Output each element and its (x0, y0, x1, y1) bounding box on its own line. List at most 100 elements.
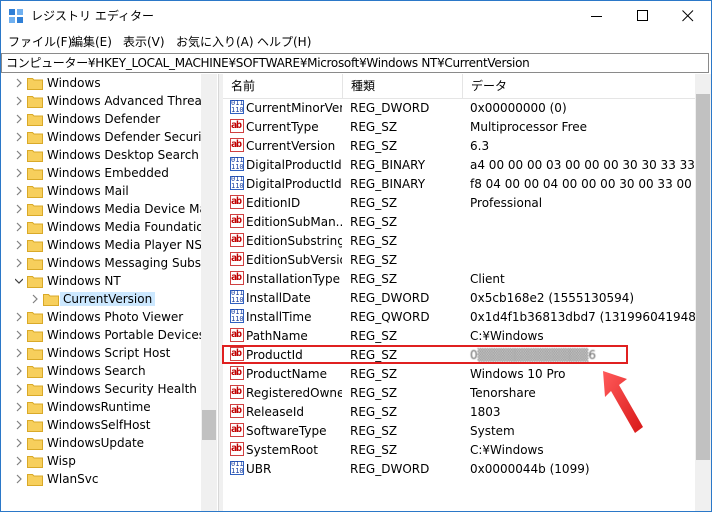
chevron-right-icon[interactable] (15, 438, 23, 448)
tree-item[interactable]: Windows Search (1, 362, 201, 380)
chevron-right-icon[interactable] (15, 240, 23, 250)
chevron-down-icon[interactable] (15, 276, 23, 286)
chevron-right-icon[interactable] (31, 294, 39, 304)
address-bar[interactable]: コンピューター¥HKEY_LOCAL_MACHINE¥SOFTWARE¥Micr… (1, 53, 709, 73)
chevron-right-icon[interactable] (15, 366, 23, 376)
menu-view[interactable]: 表示(V) (123, 35, 165, 49)
value-data: 1803 (470, 405, 501, 419)
menu-favorites[interactable]: お気に入り(A) (176, 35, 254, 49)
table-row[interactable]: 011 110 InstallDate REG_DWORD 0x5cb168e2 (1… (223, 288, 695, 307)
table-row[interactable]: ab PathName REG_SZ C:¥Windows (223, 326, 695, 345)
tree-item[interactable]: Windows Defender (1, 110, 201, 128)
table-row[interactable]: 011 110 DigitalProductId REG_BINARY a4 00 0… (223, 155, 695, 174)
chevron-right-icon[interactable] (15, 420, 23, 430)
minimize-button[interactable] (574, 1, 620, 31)
chevron-right-icon[interactable] (15, 456, 23, 466)
tree-item[interactable]: Windows Defender Security C (1, 128, 217, 146)
chevron-right-icon[interactable] (15, 348, 23, 358)
value-icon-glyph: ab (231, 386, 242, 397)
chevron-right-icon[interactable] (15, 168, 23, 178)
folder-icon (43, 294, 59, 306)
value-data: C:¥Windows (470, 329, 544, 343)
table-row[interactable]: ab CurrentType REG_SZ Multiprocessor Free (223, 117, 695, 136)
tree-item[interactable]: Windows Embedded (1, 164, 201, 182)
table-row[interactable]: 011 110CurrentMinorVer... REG_DWORD 0x0000… (223, 98, 695, 117)
tree-item[interactable]: Windows Advanced Threat P (1, 92, 217, 110)
tree-item[interactable]: Windows Messaging Subsyst (1, 254, 217, 272)
menu-help[interactable]: ヘルプ(H) (257, 35, 311, 49)
chevron-right-icon[interactable] (15, 474, 23, 484)
chevron-right-icon[interactable] (15, 330, 23, 340)
value-type: REG_SZ (350, 215, 398, 229)
tree-item[interactable]: Windows Media Player NSS (1, 236, 210, 254)
tree-item[interactable]: Wisp (1, 452, 201, 470)
value-type: REG_SZ (350, 443, 398, 457)
table-row[interactable]: ab CurrentVersion REG_SZ 6.3 (223, 136, 695, 155)
value-icon-glyph: 011 110 (231, 308, 244, 323)
table-row[interactable]: 011 110 DigitalProductId4 REG_BINARY f8 04 … (223, 174, 695, 193)
table-row[interactable]: ab InstallationType REG_SZ Client (223, 269, 695, 288)
chevron-right-icon[interactable] (15, 312, 23, 322)
string-value-icon: ab (230, 442, 244, 456)
table-row[interactable]: ab SystemRoot REG_SZ C:¥Windows (223, 440, 695, 459)
value-data: 6.3 (470, 139, 490, 153)
close-button[interactable] (665, 1, 711, 31)
folder-icon (27, 132, 43, 144)
tree-item[interactable]: Windows Media Device Mana (1, 200, 217, 218)
column-header-type[interactable]: 種類 (343, 74, 463, 98)
chevron-right-icon[interactable] (15, 384, 23, 394)
column-header-data[interactable]: データ (463, 74, 695, 98)
binary-value-icon: 011 110 (230, 176, 244, 190)
chevron-right-icon[interactable] (15, 222, 23, 232)
title-bar[interactable]: レジストリ エディター (1, 1, 711, 31)
table-row[interactable]: ab EditionSubstring REG_SZ (223, 231, 695, 250)
table-row[interactable]: 011 110 InstallTime REG_QWORD 0x1d4f1b36813… (223, 307, 695, 326)
tree-scrollbar[interactable] (201, 74, 217, 511)
value-data: Client (470, 272, 505, 286)
tree-item[interactable]: WlanSvc (1, 470, 201, 488)
string-value-icon: ab (230, 214, 244, 228)
tree-item[interactable]: Windows Security Health (1, 380, 201, 398)
chevron-right-icon[interactable] (15, 114, 23, 124)
chevron-right-icon[interactable] (15, 402, 23, 412)
tree-item[interactable]: Windows Media Foundation (1, 218, 211, 236)
tree-item[interactable]: Windows Script Host (1, 344, 201, 362)
tree-item[interactable]: CurrentVersion (1, 290, 201, 308)
tree-item[interactable]: Windows Photo Viewer (1, 308, 201, 326)
folder-icon (27, 438, 43, 450)
string-value-icon: ab (230, 233, 244, 247)
folder-icon (27, 456, 43, 468)
tree-item[interactable]: WindowsSelfHost (1, 416, 201, 434)
menu-edit[interactable]: 編集(E) (71, 35, 112, 49)
menu-file[interactable]: ファイル(F) (8, 35, 72, 49)
tree-item-label: Windows Messaging Subsyst (47, 256, 217, 270)
table-row[interactable]: ab EditionID REG_SZ Professional (223, 193, 695, 212)
chevron-right-icon[interactable] (15, 258, 23, 268)
maximize-button[interactable] (620, 1, 666, 31)
table-row[interactable]: ab EditionSubVersion REG_SZ (223, 250, 695, 269)
red-pointer-arrow-icon (603, 371, 643, 433)
chevron-right-icon[interactable] (15, 204, 23, 214)
tree-scrollbar-thumb[interactable] (202, 410, 216, 440)
chevron-right-icon[interactable] (15, 132, 23, 142)
value-name: DigitalProductId4 (246, 177, 342, 191)
tree-item[interactable]: WindowsUpdate (1, 434, 201, 452)
chevron-right-icon[interactable] (15, 78, 23, 88)
chevron-right-icon[interactable] (15, 186, 23, 196)
tree-item[interactable]: Windows (1, 74, 201, 92)
tree-item[interactable]: Windows Mail (1, 182, 201, 200)
value-icon-glyph: 011 110 (231, 175, 244, 190)
table-row[interactable]: ab EditionSubMan... REG_SZ (223, 212, 695, 231)
table-row[interactable]: 011 110 UBR REG_DWORD 0x0000044b (1099) (223, 459, 695, 478)
column-header-name[interactable]: 名前 (223, 74, 343, 98)
chevron-right-icon[interactable] (15, 96, 23, 106)
tree-item[interactable]: Windows Portable Devices (1, 326, 205, 344)
value-icon-glyph: 011 110 (231, 99, 244, 114)
tree-item[interactable]: WindowsRuntime (1, 398, 201, 416)
values-scrollbar[interactable] (695, 74, 711, 511)
values-scrollbar-thumb[interactable] (696, 94, 710, 460)
chevron-right-icon[interactable] (15, 150, 23, 160)
tree-item[interactable]: Windows Desktop Search (1, 146, 201, 164)
tree-item[interactable]: Windows NT (1, 272, 201, 290)
value-icon-glyph: ab (231, 139, 242, 150)
